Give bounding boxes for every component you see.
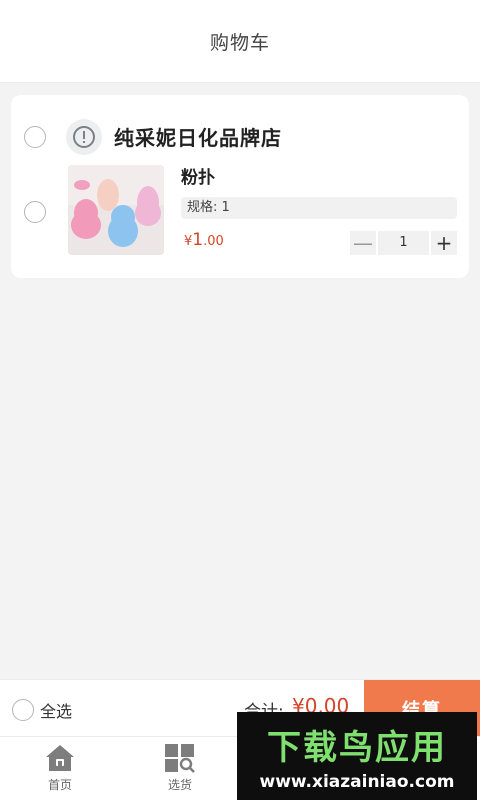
top-header: 购物车 bbox=[0, 0, 480, 83]
product-price: ¥1.00 bbox=[184, 230, 224, 250]
price-integer: 1 bbox=[192, 230, 204, 250]
home-icon bbox=[46, 745, 74, 771]
item-select-radio[interactable] bbox=[24, 201, 46, 223]
shop-card: 纯采妮日化品牌店 粉扑 规格: 1 ¥1.00 — 1 + bbox=[11, 95, 469, 278]
watermark-url: www.xiazainiao.com bbox=[259, 772, 455, 792]
product-title[interactable]: 粉扑 bbox=[181, 163, 215, 188]
watermark-overlay: 下载鸟应用 www.xiazainiao.com bbox=[237, 712, 477, 800]
price-decimal: .00 bbox=[203, 234, 224, 249]
increase-button[interactable]: + bbox=[431, 231, 457, 255]
quantity-input[interactable]: 1 bbox=[378, 231, 429, 255]
tab-select-label: 选货 bbox=[167, 778, 192, 792]
select-all-radio[interactable] bbox=[12, 699, 34, 721]
shop-name[interactable]: 纯采妮日化品牌店 bbox=[114, 122, 282, 151]
shop-alert-icon bbox=[66, 119, 102, 155]
tab-select[interactable]: 选货 bbox=[150, 743, 210, 799]
quantity-stepper: — 1 + bbox=[350, 231, 457, 255]
decrease-button[interactable]: — bbox=[350, 231, 376, 255]
page-title: 购物车 bbox=[209, 31, 270, 54]
tab-home-label: 首页 bbox=[47, 778, 72, 792]
select-all-label[interactable]: 全选 bbox=[40, 698, 72, 722]
grid-search-icon bbox=[165, 744, 195, 773]
product-spec[interactable]: 规格: 1 bbox=[181, 197, 457, 219]
product-image[interactable] bbox=[68, 165, 164, 255]
watermark-title: 下载鸟应用 bbox=[267, 728, 447, 768]
shop-select-radio[interactable] bbox=[24, 126, 46, 148]
tab-home[interactable]: 首页 bbox=[30, 743, 90, 799]
